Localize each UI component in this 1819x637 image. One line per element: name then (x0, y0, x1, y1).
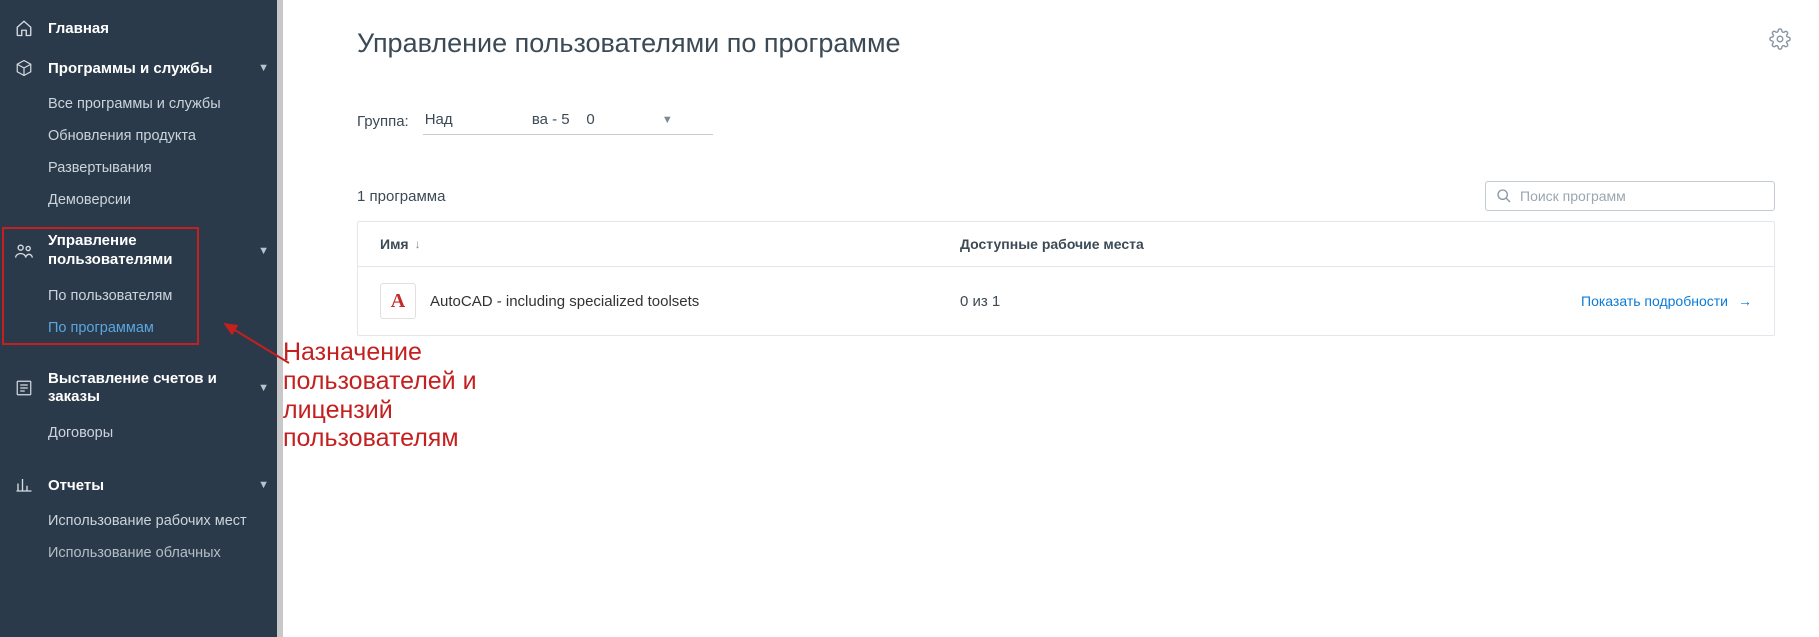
toolbar: 1 программа (357, 181, 1775, 211)
chevron-down-icon: ▼ (258, 245, 269, 257)
annotation-text: Назначение пользователей и лицензий поль… (283, 338, 477, 453)
sidebar-label: Главная (48, 20, 109, 37)
sidebar-item-billing[interactable]: Выставление счетов и заказы ▼ (0, 360, 283, 418)
home-icon (14, 18, 34, 38)
table-row[interactable]: A AutoCAD - including specialized toolse… (358, 267, 1774, 335)
sidebar-sub-by-program[interactable]: По программам (0, 312, 283, 344)
sidebar-sub-demo[interactable]: Демоверсии (0, 184, 283, 216)
product-name: AutoCAD - including specialized toolsets (430, 293, 699, 310)
sidebar-item-users[interactable]: Управление пользователями ▼ (0, 222, 283, 280)
reports-icon (14, 475, 34, 495)
seats-value: 0 из 1 (960, 293, 1360, 310)
sort-arrow-icon: ↓ (415, 237, 421, 251)
sidebar-label: Программы и службы (48, 60, 212, 77)
sidebar-sub-by-user[interactable]: По пользователям (0, 280, 283, 312)
program-count: 1 программа (357, 188, 445, 205)
chevron-down-icon: ▼ (258, 62, 269, 74)
page-title: Управление пользователями по программе (357, 28, 1775, 59)
chevron-down-icon: ▼ (258, 479, 269, 491)
table-header: Имя ↓ Доступные рабочие места (358, 222, 1774, 267)
main-content: Управление пользователями по программе Г… (283, 0, 1819, 637)
group-select[interactable]: Над ва - 5 0 ▼ (423, 107, 713, 135)
sidebar-label: Отчеты (48, 477, 104, 494)
search-box[interactable] (1485, 181, 1775, 211)
product-icon: A (380, 283, 416, 319)
sidebar: Главная Программы и службы ▼ Все програм… (0, 0, 283, 637)
chevron-down-icon: ▼ (662, 114, 673, 126)
sidebar-sub-updates[interactable]: Обновления продукта (0, 120, 283, 152)
column-header-name[interactable]: Имя ↓ (380, 236, 960, 252)
sidebar-item-reports[interactable]: Отчеты ▼ (0, 465, 283, 505)
sidebar-label: Управление пользователями (48, 232, 258, 270)
search-input[interactable] (1520, 188, 1764, 204)
group-select-value: Над ва - 5 0 (425, 111, 595, 128)
program-table: Имя ↓ Доступные рабочие места A AutoCAD … (357, 221, 1775, 336)
sidebar-sub-contracts[interactable]: Договоры (0, 417, 283, 449)
sidebar-sub-deploy[interactable]: Развертывания (0, 152, 283, 184)
sidebar-item-home[interactable]: Главная (0, 8, 283, 48)
show-details-link[interactable]: Показать подробности → (1360, 293, 1752, 309)
cube-icon (14, 58, 34, 78)
settings-button[interactable] (1769, 28, 1791, 50)
sidebar-sub-cloud-usage[interactable]: Использование облачных (0, 537, 283, 569)
column-header-seats[interactable]: Доступные рабочие места (960, 236, 1360, 252)
users-icon (14, 241, 34, 261)
sidebar-sub-seat-usage[interactable]: Использование рабочих мест (0, 505, 283, 537)
gear-icon (1769, 28, 1791, 50)
billing-icon (14, 378, 34, 398)
search-icon (1496, 188, 1512, 204)
sidebar-item-programs[interactable]: Программы и службы ▼ (0, 48, 283, 88)
arrow-right-icon: → (1738, 293, 1752, 309)
chevron-down-icon: ▼ (258, 382, 269, 394)
group-label: Группа: (357, 113, 409, 130)
sidebar-sub-all-programs[interactable]: Все программы и службы (0, 88, 283, 120)
group-selector-row: Группа: Над ва - 5 0 ▼ (357, 107, 1775, 135)
sidebar-label: Выставление счетов и заказы (48, 370, 258, 408)
